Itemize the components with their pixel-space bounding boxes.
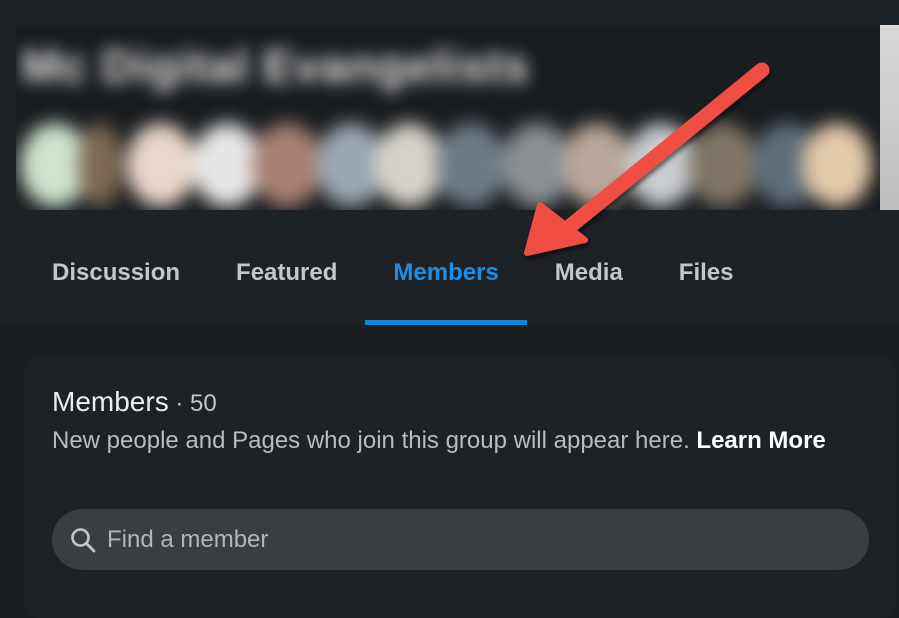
group-banner: Mc Digital Evangelists bbox=[16, 25, 882, 210]
group-tabs: Discussion Featured Members Media Files bbox=[24, 240, 762, 325]
tab-files[interactable]: Files bbox=[651, 240, 762, 325]
tab-featured[interactable]: Featured bbox=[208, 240, 365, 325]
avatar bbox=[626, 123, 696, 207]
tab-active-underline bbox=[365, 320, 527, 325]
tab-label: Discussion bbox=[52, 259, 181, 286]
avatar bbox=[126, 123, 196, 207]
members-title: Members bbox=[52, 386, 169, 417]
group-name: Mc Digital Evangelists bbox=[22, 40, 530, 92]
members-description: New people and Pages who join this group… bbox=[52, 424, 852, 457]
members-count: 50 bbox=[190, 390, 217, 417]
tab-label: Featured bbox=[236, 259, 338, 286]
avatar bbox=[562, 123, 632, 207]
tab-media[interactable]: Media bbox=[527, 240, 651, 325]
tab-members[interactable]: Members bbox=[365, 240, 527, 325]
member-search-box[interactable] bbox=[52, 509, 869, 570]
avatar bbox=[374, 123, 444, 207]
learn-more-link[interactable]: Learn More bbox=[696, 427, 825, 454]
avatar bbox=[78, 123, 122, 207]
banner-edge bbox=[880, 25, 899, 210]
search-icon bbox=[71, 527, 96, 552]
tab-label: Media bbox=[554, 259, 623, 286]
tab-label: Files bbox=[678, 259, 734, 286]
find-member-input[interactable] bbox=[105, 518, 869, 561]
members-separator: · bbox=[168, 390, 191, 417]
members-card: Members · 50 New people and Pages who jo… bbox=[25, 358, 896, 618]
members-heading: Members · 50 bbox=[52, 386, 217, 418]
avatar bbox=[688, 123, 758, 207]
avatar bbox=[436, 123, 506, 207]
avatar bbox=[802, 123, 872, 207]
avatar bbox=[252, 123, 322, 207]
members-description-text: New people and Pages who join this group… bbox=[52, 427, 690, 454]
member-avatar-strip bbox=[16, 117, 882, 209]
group-header: Mc Digital Evangelists Discussion Featur… bbox=[0, 0, 899, 325]
tab-label: Members bbox=[393, 259, 499, 286]
tab-discussion[interactable]: Discussion bbox=[24, 240, 208, 325]
